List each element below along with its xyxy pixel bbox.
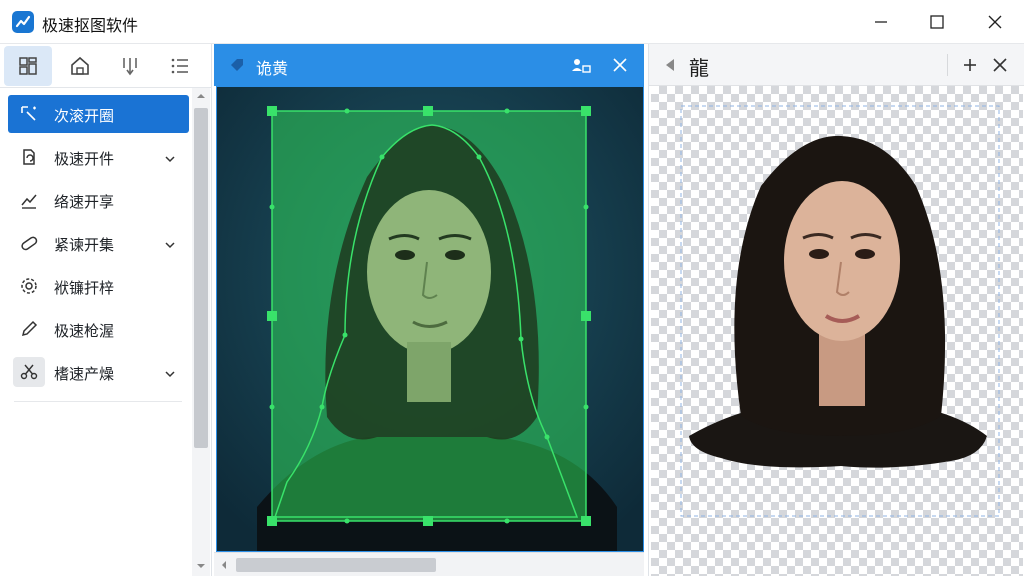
sidebar-item-4[interactable]: 紧谏开集 bbox=[8, 224, 189, 262]
close-icon[interactable] bbox=[610, 55, 630, 75]
sidebar-item-7[interactable]: 榰速产燥 bbox=[8, 353, 189, 391]
chevron-down-icon bbox=[164, 365, 176, 384]
app-logo-icon bbox=[12, 11, 34, 33]
trend-icon bbox=[18, 189, 40, 211]
preview-tab[interactable]: 龍 bbox=[649, 44, 1024, 86]
magic-select-icon bbox=[18, 103, 40, 125]
transparent-preview-canvas[interactable] bbox=[651, 86, 1023, 576]
grid-view-button[interactable] bbox=[4, 46, 52, 86]
grid-icon bbox=[19, 57, 37, 75]
chevron-down-icon bbox=[164, 236, 176, 255]
preview-tab-label: 龍 bbox=[689, 56, 709, 80]
editor-hscrollbar[interactable] bbox=[214, 552, 644, 576]
sidebar-item-label: 紧谏开集 bbox=[54, 236, 115, 254]
close-window-button[interactable] bbox=[966, 0, 1024, 44]
minimize-button[interactable] bbox=[852, 0, 910, 44]
sidebar-item-6[interactable]: 极速枪渥 bbox=[8, 310, 189, 348]
app-title: 极速抠图软件 bbox=[42, 16, 139, 35]
editor-panel: 诡黄 bbox=[214, 44, 644, 576]
editor-scroll-thumb[interactable] bbox=[236, 558, 436, 572]
home-button[interactable] bbox=[56, 46, 104, 86]
scissors-icon bbox=[13, 357, 45, 387]
sidebar-item-3[interactable]: 络速开享 bbox=[8, 181, 189, 219]
list-icon bbox=[171, 58, 188, 74]
sidebar-item-label: 极速枪渥 bbox=[54, 322, 115, 340]
maximize-button[interactable] bbox=[908, 0, 966, 44]
tag-icon bbox=[228, 56, 246, 74]
sidebar-item-label: 袱镰扞梓 bbox=[54, 279, 115, 297]
add-icon[interactable] bbox=[961, 56, 979, 74]
sidebar: 次滚开圈 极速开件 络速开享 紧谏开集 袱镰扞梓 极速枪渥 榰速产燥 bbox=[0, 44, 212, 576]
subject-face bbox=[367, 190, 491, 354]
filter-button[interactable] bbox=[106, 46, 154, 86]
sidebar-item-1[interactable]: 次滚开圈 bbox=[8, 95, 189, 133]
filter-icon bbox=[123, 58, 137, 76]
edit-canvas[interactable] bbox=[216, 86, 644, 552]
refresh-doc-icon bbox=[18, 146, 40, 168]
home-icon bbox=[71, 56, 89, 75]
pill-icon bbox=[18, 232, 40, 254]
sidebar-item-label: 络速开享 bbox=[54, 193, 115, 211]
editor-tab[interactable]: 诡黄 bbox=[214, 44, 644, 86]
preview-panel: 龍 bbox=[648, 44, 1024, 576]
pen-icon bbox=[18, 318, 40, 340]
sidebar-toolbar bbox=[0, 44, 212, 88]
list-button[interactable] bbox=[156, 46, 204, 86]
sidebar-item-label: 榰速产燥 bbox=[54, 365, 115, 383]
sidebar-item-label: 极速开件 bbox=[54, 150, 115, 168]
people-icon[interactable] bbox=[570, 55, 592, 77]
editor-tab-label: 诡黄 bbox=[256, 59, 289, 78]
cutout-face bbox=[784, 181, 900, 341]
close-icon[interactable] bbox=[991, 56, 1009, 74]
sidebar-scroll-thumb[interactable] bbox=[194, 108, 208, 448]
sidebar-item-2[interactable]: 极速开件 bbox=[8, 138, 189, 176]
back-icon[interactable] bbox=[661, 56, 679, 74]
chevron-down-icon bbox=[164, 150, 176, 169]
sidebar-divider bbox=[14, 401, 182, 402]
gear-icon bbox=[18, 275, 40, 297]
title-bar: 极速抠图软件 bbox=[0, 0, 1024, 44]
sidebar-scrollbar[interactable] bbox=[192, 88, 210, 576]
sidebar-item-label: 次滚开圈 bbox=[54, 107, 115, 125]
sidebar-item-5[interactable]: 袱镰扞梓 bbox=[8, 267, 189, 305]
